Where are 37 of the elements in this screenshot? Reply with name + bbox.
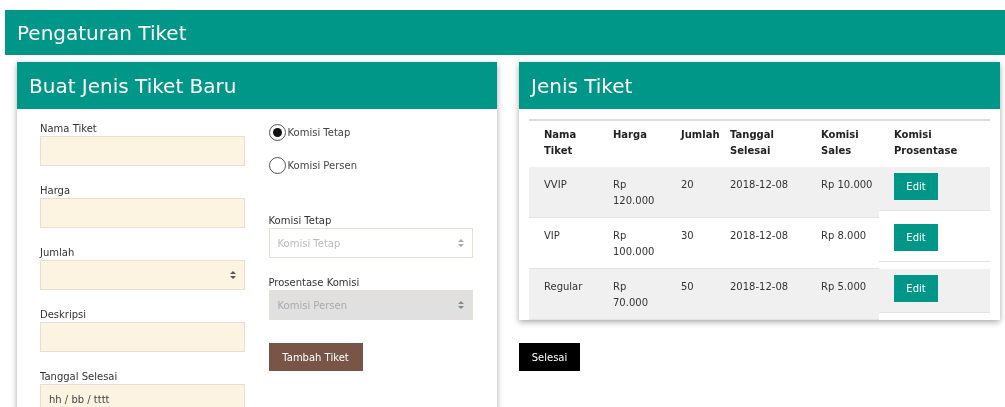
- card-title: Jenis Tiket: [519, 62, 1000, 109]
- table-cell: Rp 70.000: [598, 269, 666, 320]
- column-header: Komisi Prosentase: [893, 128, 959, 158]
- input-field[interactable]: [40, 260, 245, 290]
- radio-option[interactable]: Komisi Tetap: [268, 123, 473, 141]
- page-header: Pengaturan Tiket: [5, 10, 1005, 55]
- field-label: Harga: [40, 185, 72, 196]
- card-title: Buat Jenis Tiket Baru: [17, 62, 497, 109]
- table-cell: Rp 120.000: [598, 167, 666, 218]
- done-button[interactable]: Selesai: [519, 343, 580, 371]
- add-ticket-button[interactable]: Tambah Tiket: [268, 343, 363, 371]
- input-field[interactable]: [40, 322, 245, 352]
- table-cell: 2018-12-08: [715, 167, 806, 218]
- table-cell: Rp 10.000: [806, 167, 879, 218]
- field-label: Komisi Tetap: [268, 215, 333, 226]
- table-cell: Regular: [529, 269, 598, 320]
- table-cell: 20: [666, 167, 715, 218]
- table-cell: 50: [666, 269, 715, 320]
- spinner-icon[interactable]: [229, 271, 236, 279]
- edit-button[interactable]: Edit: [894, 275, 938, 302]
- field-label: Deskripsi: [40, 309, 88, 320]
- field-label: Tanggal Selesai: [40, 371, 119, 382]
- input-field[interactable]: [40, 136, 245, 166]
- radio-option[interactable]: Komisi Persen: [268, 156, 473, 174]
- column-header: Komisi Sales: [820, 128, 860, 158]
- column-header: Harga: [612, 128, 648, 142]
- field-label: Nama Tiket: [40, 123, 98, 134]
- field-label: Prosentase Komisi: [268, 277, 361, 288]
- edit-button[interactable]: Edit: [894, 173, 938, 200]
- edit-button[interactable]: Edit: [894, 224, 938, 251]
- table-cell: 2018-12-08: [715, 269, 806, 320]
- input-field[interactable]: [40, 198, 245, 228]
- table-cell: VVIP: [529, 167, 598, 218]
- table-cell: Rp 5.000: [806, 269, 879, 320]
- date-field[interactable]: hh / bb / tttt: [40, 384, 245, 407]
- column-header: Nama Tiket: [543, 128, 578, 158]
- field-label: Jumlah: [40, 247, 76, 258]
